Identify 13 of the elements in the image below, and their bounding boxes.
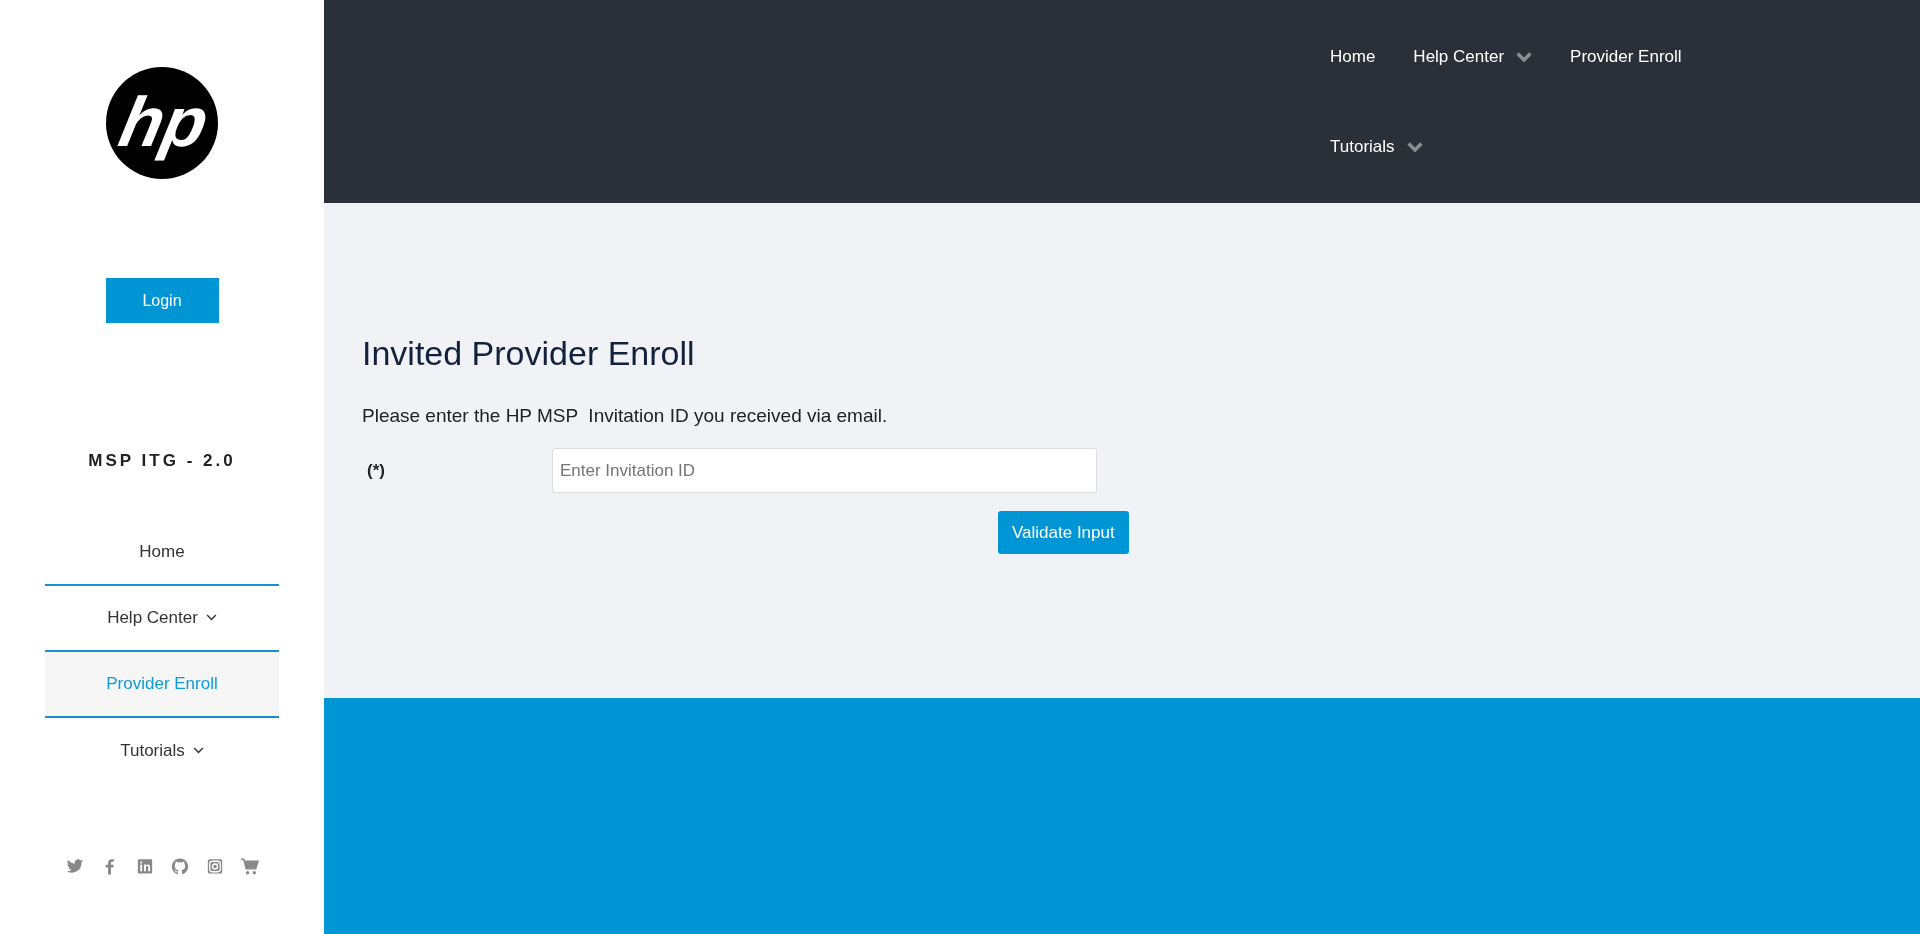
- top-nav-link[interactable]: Home: [1330, 36, 1376, 78]
- page-title: Invited Provider Enroll: [362, 333, 696, 374]
- instruction-text: Please enter the HP MSP Invitation ID you received via email.: [362, 403, 889, 428]
- sidebar-nav-item[interactable]: Home: [45, 519, 279, 586]
- brand-title: MSP ITG - 2.0: [88, 450, 236, 472]
- top-nav-link[interactable]: Provider Enroll: [1570, 36, 1682, 78]
- invitation-id-field[interactable]: Enter Invitation ID: [552, 448, 1097, 494]
- top-nav-link[interactable]: Help Center: [1413, 36, 1533, 78]
- logo: hp: [105, 66, 219, 180]
- required-label: (*): [366, 460, 386, 483]
- sidebar-nav-item[interactable]: Tutorials: [45, 717, 279, 784]
- top-nav-link[interactable]: Tutorials: [1330, 126, 1423, 168]
- cat-silhouette-icon[interactable]: [169, 855, 190, 876]
